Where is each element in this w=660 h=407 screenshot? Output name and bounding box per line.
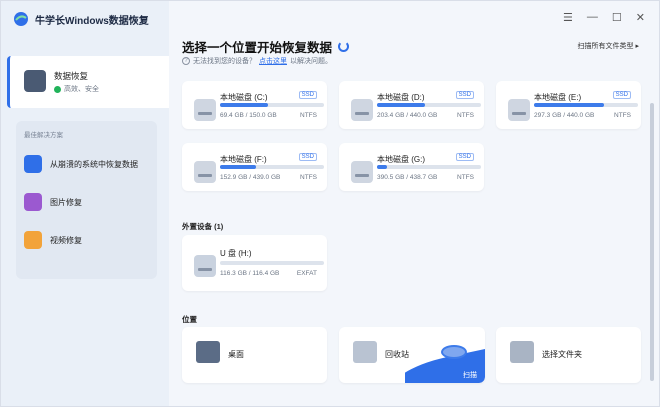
disk-card-g[interactable]: 本地磁盘 (G:) SSD 390.5 GB / 438.7 GB NTFS bbox=[339, 143, 484, 191]
fix-link[interactable]: 点击这里 bbox=[259, 56, 287, 66]
location-desktop[interactable]: 桌面 bbox=[182, 327, 327, 383]
app-title: 牛学长Windows数据恢复 bbox=[35, 15, 149, 27]
location-recycle-bin[interactable]: 回收站 扫描 bbox=[339, 327, 485, 383]
ssd-badge: SSD bbox=[612, 91, 631, 99]
sidebar-item-video-repair[interactable]: 视频修复 bbox=[24, 231, 82, 249]
photo-icon bbox=[24, 193, 42, 211]
folder-icon bbox=[510, 341, 534, 363]
location-select-folder[interactable]: 选择文件夹 bbox=[496, 327, 641, 383]
solutions-title: 最佳解决方案 bbox=[24, 132, 63, 139]
hard-disk-icon bbox=[194, 161, 216, 183]
menu-icon[interactable]: ☰ bbox=[563, 11, 573, 24]
tools-icon bbox=[24, 70, 46, 92]
video-icon bbox=[24, 231, 42, 249]
disk-card-d[interactable]: 本地磁盘 (D:) SSD 203.4 GB / 440.0 GB NTFS bbox=[339, 81, 484, 129]
usage-fill bbox=[534, 103, 604, 107]
app-brand: 牛学长Windows数据恢复 bbox=[13, 11, 149, 27]
hard-disk-icon bbox=[508, 99, 530, 121]
scan-disc-icon bbox=[441, 345, 467, 359]
usage-bar bbox=[220, 165, 324, 169]
hard-disk-icon bbox=[351, 99, 373, 121]
scan-file-types-button[interactable]: 扫描所有文件类型 ▸ bbox=[578, 41, 639, 51]
ssd-badge: SSD bbox=[455, 153, 474, 161]
sidebar-item-crashed-system[interactable]: 从崩溃的系统中恢复数据 bbox=[24, 155, 138, 173]
usb-drive-icon bbox=[194, 255, 216, 277]
usage-fill bbox=[377, 103, 425, 107]
sidebar-item-data-recovery[interactable]: 数据恢复 高效、安全 bbox=[7, 56, 169, 108]
ssd-badge: SSD bbox=[298, 91, 317, 99]
app-window: 牛学长Windows数据恢复 数据恢复 高效、安全 最佳解决方案 从崩溃的系统中… bbox=[0, 0, 660, 407]
sidebar: 牛学长Windows数据恢复 数据恢复 高效、安全 最佳解决方案 从崩溃的系统中… bbox=[1, 1, 169, 406]
recycle-bin-icon bbox=[353, 341, 377, 363]
disk-card-c[interactable]: 本地磁盘 (C:) SSD 69.4 GB / 150.0 GB NTFS bbox=[182, 81, 327, 129]
scan-button[interactable]: 扫描 bbox=[463, 370, 477, 380]
app-logo-icon bbox=[14, 12, 28, 26]
maximize-icon[interactable]: ☐ bbox=[612, 11, 622, 24]
scrollbar[interactable] bbox=[650, 103, 654, 381]
usage-bar bbox=[220, 261, 324, 265]
device-hint: ? 无法找到您的设备？ 点击这里 以解决问题。 bbox=[182, 56, 332, 66]
sidebar-item-photo-repair[interactable]: 图片修复 bbox=[24, 193, 82, 211]
usage-fill bbox=[220, 103, 268, 107]
shield-check-icon bbox=[54, 85, 61, 93]
usage-fill bbox=[377, 165, 388, 169]
page-title: 选择一个位置开始恢复数据 bbox=[182, 37, 350, 56]
sidebar-item-status: 高效、安全 bbox=[54, 84, 99, 94]
refresh-icon[interactable] bbox=[338, 41, 350, 52]
usage-bar bbox=[220, 103, 324, 107]
question-icon: ? bbox=[182, 57, 190, 65]
usage-bar bbox=[377, 165, 481, 169]
locations-title: 位置 bbox=[182, 315, 197, 324]
disk-card-e[interactable]: 本地磁盘 (E:) SSD 297.3 GB / 440.0 GB NTFS bbox=[496, 81, 641, 129]
main-panel: ☰ — ☐ ✕ 选择一个位置开始恢复数据 ? 无法找到您的设备？ 点击这里 以解… bbox=[169, 1, 659, 406]
solutions-panel: 最佳解决方案 从崩溃的系统中恢复数据 图片修复 视频修复 bbox=[16, 121, 157, 279]
sidebar-item-label: 数据恢复 bbox=[54, 71, 89, 81]
window-controls: ☰ — ☐ ✕ bbox=[563, 11, 645, 24]
crashed-pc-icon bbox=[24, 155, 42, 173]
external-devices-title: 外置设备 (1) bbox=[182, 222, 224, 231]
ssd-badge: SSD bbox=[455, 91, 474, 99]
hard-disk-icon bbox=[194, 99, 216, 121]
minimize-icon[interactable]: — bbox=[587, 11, 598, 24]
monitor-icon bbox=[196, 341, 220, 363]
usb-drive-card[interactable]: U 盘 (H:) 116.3 GB / 116.4 GB EXFAT bbox=[182, 235, 327, 291]
usage-bar bbox=[534, 103, 638, 107]
usage-bar bbox=[377, 103, 481, 107]
ssd-badge: SSD bbox=[298, 153, 317, 161]
hard-disk-icon bbox=[351, 161, 373, 183]
usage-fill bbox=[220, 165, 257, 169]
disk-card-f[interactable]: 本地磁盘 (F:) SSD 152.9 GB / 439.0 GB NTFS bbox=[182, 143, 327, 191]
close-icon[interactable]: ✕ bbox=[636, 11, 645, 24]
